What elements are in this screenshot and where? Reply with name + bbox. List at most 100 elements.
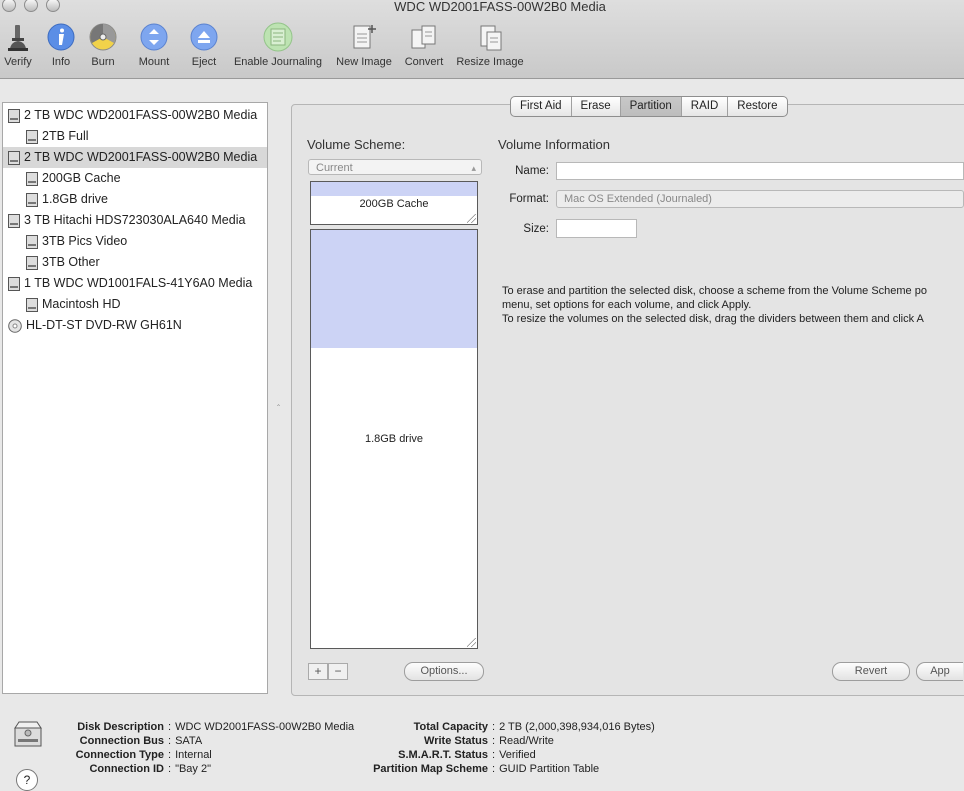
add-partition-button[interactable]: + xyxy=(308,663,328,680)
info-value: GUID Partition Table xyxy=(499,763,600,775)
convert-button[interactable]: Convert xyxy=(402,22,446,72)
help-line: To resize the volumes on the selected di… xyxy=(502,313,924,325)
sidebar-volume-item[interactable]: 2TB Full xyxy=(3,126,267,147)
info-row: Partition Map Scheme: GUID Partition Tabl… xyxy=(363,762,655,776)
window-titlebar: WDC WD2001FASS-00W2B0 Media Verify Info xyxy=(0,0,964,79)
info-row: Disk Description: WDC WD2001FASS-00W2B0 M… xyxy=(63,720,354,734)
resize-grip-icon[interactable] xyxy=(467,214,476,223)
volume-icon xyxy=(26,129,38,144)
partition-label: 1.8GB drive xyxy=(364,433,424,445)
info-key: Write Status xyxy=(424,735,488,747)
info-row: Connection Type: Internal xyxy=(63,748,354,762)
journaling-icon xyxy=(263,22,293,52)
volume-scheme-value: Current xyxy=(316,162,353,174)
split-view-handle[interactable]: ‸ xyxy=(277,396,280,407)
sidebar-disk-item[interactable]: 3 TB Hitachi HDS723030ALA640 Media xyxy=(3,210,267,231)
partition-block-1-8gb-drive[interactable]: 1.8GB drive xyxy=(310,229,478,649)
eject-icon xyxy=(190,23,218,51)
partition-help-text: To erase and partition the selected disk… xyxy=(502,284,964,326)
hard-disk-icon xyxy=(14,721,42,747)
optical-disc-icon xyxy=(8,318,22,333)
tab-partition[interactable]: Partition xyxy=(620,97,682,116)
volume-icon xyxy=(26,234,38,249)
info-key: Connection Type xyxy=(75,749,164,761)
tab-bar: First Aid Erase Partition RAID Restore xyxy=(510,96,788,117)
info-colon: : xyxy=(492,749,496,761)
sidebar-volume-item[interactable]: 3TB Pics Video xyxy=(3,231,267,252)
sidebar-item-label: 3TB Pics Video xyxy=(42,234,128,248)
sidebar-disk-item-selected[interactable]: 2 TB WDC WD2001FASS-00W2B0 Media xyxy=(3,147,267,168)
info-colon: : xyxy=(168,735,172,747)
apply-button[interactable]: App xyxy=(916,662,963,681)
sidebar-optical-drive-item[interactable]: HL-DT-ST DVD-RW GH61N xyxy=(3,315,267,336)
sidebar-item-label: 2 TB WDC WD2001FASS-00W2B0 Media xyxy=(24,150,258,164)
info-label: Info xyxy=(51,56,71,68)
hard-disk-icon xyxy=(8,213,20,228)
revert-button[interactable]: Revert xyxy=(832,662,910,681)
new-image-button[interactable]: New Image xyxy=(333,22,395,72)
size-field[interactable] xyxy=(556,219,637,238)
info-row: Connection ID: "Bay 2" xyxy=(63,762,354,776)
sidebar-disk-item[interactable]: 2 TB WDC WD2001FASS-00W2B0 Media xyxy=(3,105,267,126)
info-value: 2 TB (2,000,398,934,016 Bytes) xyxy=(499,721,655,733)
enable-journaling-button[interactable]: Enable Journaling xyxy=(230,22,326,72)
sidebar-volume-item[interactable]: 200GB Cache xyxy=(3,168,267,189)
resize-grip-icon[interactable] xyxy=(467,638,476,647)
new-image-icon xyxy=(353,25,376,49)
info-key: S.M.A.R.T. Status xyxy=(398,749,488,761)
hard-disk-icon xyxy=(8,276,20,291)
remove-partition-button[interactable]: − xyxy=(328,663,348,680)
hard-disk-icon xyxy=(8,150,20,165)
sidebar-item-label: 2 TB WDC WD2001FASS-00W2B0 Media xyxy=(24,108,258,122)
volume-icon xyxy=(26,192,38,207)
disk-info-area: ? Disk Description: WDC WD2001FASS-00W2B0… xyxy=(0,708,964,791)
sidebar-item-label: 2TB Full xyxy=(42,129,89,143)
tab-raid[interactable]: RAID xyxy=(682,97,729,116)
help-line: To erase and partition the selected disk… xyxy=(502,285,927,297)
tab-erase[interactable]: Erase xyxy=(572,97,621,116)
partition-block-200gb-cache[interactable]: 200GB Cache xyxy=(310,181,478,225)
convert-label: Convert xyxy=(404,56,444,68)
resize-image-button[interactable]: Resize Image xyxy=(454,22,526,72)
info-row: Total Capacity:2 TB (2,000,398,934,016 B… xyxy=(363,720,655,734)
help-line: menu, set options for each volume, and c… xyxy=(502,299,752,311)
tab-restore[interactable]: Restore xyxy=(728,97,786,116)
burn-icon xyxy=(89,23,117,51)
burn-label: Burn xyxy=(91,56,115,68)
info-icon xyxy=(47,23,75,51)
sidebar-volume-item[interactable]: 1.8GB drive xyxy=(3,189,267,210)
info-button[interactable]: Info xyxy=(46,22,76,72)
verify-label: Verify xyxy=(4,56,32,68)
format-label: Format: xyxy=(509,193,549,205)
volume-scheme-popup[interactable]: Current ▴ xyxy=(308,159,482,175)
name-field[interactable] xyxy=(556,162,964,180)
volume-icon xyxy=(26,255,38,270)
sidebar-disk-item[interactable]: 1 TB WDC WD1001FALS-41Y6A0 Media xyxy=(3,273,267,294)
info-key: Partition Map Scheme xyxy=(373,763,488,775)
options-button[interactable]: Options... xyxy=(404,662,484,681)
tab-first-aid[interactable]: First Aid xyxy=(511,97,572,116)
resize-image-icon xyxy=(480,25,502,51)
sidebar-item-label: 200GB Cache xyxy=(42,171,121,185)
hard-disk-icon xyxy=(8,108,20,123)
info-colon: : xyxy=(168,721,172,733)
eject-button[interactable]: Eject xyxy=(189,22,219,72)
format-popup[interactable]: Mac OS Extended (Journaled) xyxy=(556,190,964,208)
disk-info-right: Total Capacity:2 TB (2,000,398,934,016 B… xyxy=(363,720,655,776)
info-colon: : xyxy=(492,763,496,775)
verify-button[interactable]: Verify xyxy=(2,22,34,72)
info-value: WDC WD2001FASS-00W2B0 Media xyxy=(175,721,355,733)
sidebar-item-label: 3TB Other xyxy=(42,255,100,269)
volume-icon xyxy=(26,171,38,186)
sidebar-volume-item[interactable]: 3TB Other xyxy=(3,252,267,273)
window-title: WDC WD2001FASS-00W2B0 Media xyxy=(394,0,606,14)
sidebar-volume-item[interactable]: Macintosh HD xyxy=(3,294,267,315)
help-button[interactable]: ? xyxy=(16,769,38,791)
mount-button[interactable]: Mount xyxy=(136,22,172,72)
disk-list-sidebar[interactable]: 2 TB WDC WD2001FASS-00W2B0 Media 2TB Ful… xyxy=(2,102,268,694)
burn-button[interactable]: Burn xyxy=(88,22,118,72)
volume-information-label: Volume Information xyxy=(498,137,611,152)
new-image-label: New Image xyxy=(336,56,392,68)
eject-label: Eject xyxy=(191,56,217,68)
volume-scheme-label: Volume Scheme: xyxy=(307,137,406,152)
